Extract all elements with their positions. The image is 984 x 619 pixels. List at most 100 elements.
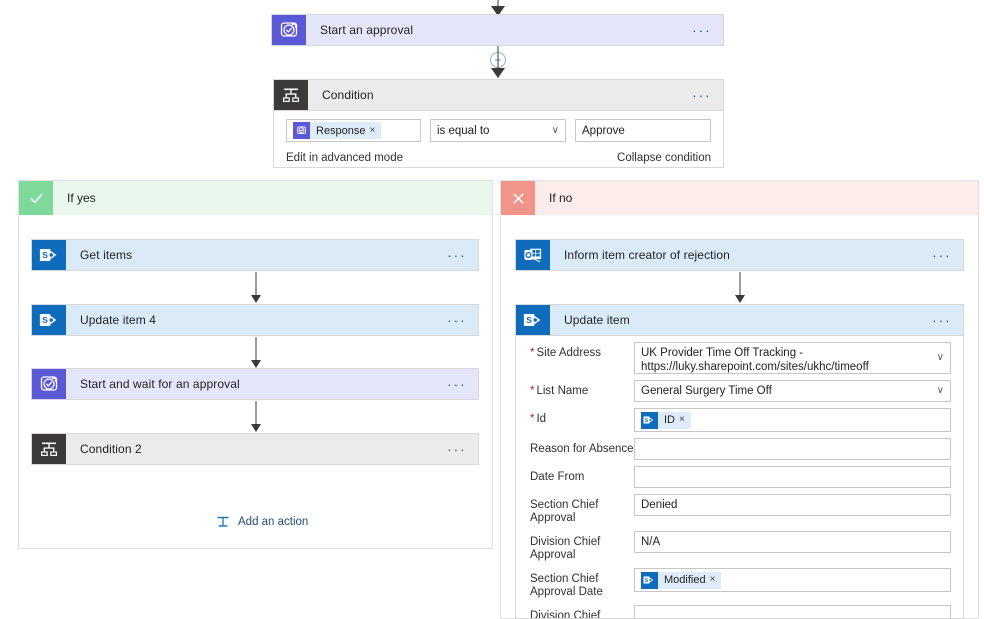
form-row-list-name: * List Name General Surgery Time Off ∨ — [516, 377, 963, 405]
required-indicator: * — [530, 413, 535, 425]
list-name-dropdown[interactable]: General Surgery Time Off ∨ — [634, 380, 951, 402]
required-indicator: * — [530, 385, 535, 397]
approval-token-icon — [293, 122, 310, 139]
action-title: Condition — [322, 88, 374, 102]
condition-icon — [274, 80, 308, 110]
condition-right-operand[interactable]: Approve — [575, 119, 711, 142]
flow-designer-canvas: Start an approval ··· + Condition ··· — [0, 0, 984, 619]
token-remove-icon[interactable]: × — [370, 125, 376, 136]
token-id[interactable]: S ID × — [641, 411, 691, 429]
collapse-condition-link[interactable]: Collapse condition — [617, 152, 711, 164]
field-label: Division Chief Approval Date — [530, 610, 601, 619]
action-title: Start an approval — [320, 23, 414, 37]
field-label: * List Name — [530, 385, 589, 397]
right-operand-value: Approve — [582, 124, 625, 137]
condition-links-row: Edit in advanced mode Collapse condition — [274, 146, 723, 171]
action-card-update-item-4[interactable]: S Update item 4 ··· — [31, 304, 479, 336]
date-from-input[interactable] — [634, 466, 951, 488]
action-card-start-an-approval[interactable]: Start an approval ··· — [271, 14, 724, 46]
form-row-site-address: * Site Address UK Provider Time Off Track… — [516, 336, 963, 377]
required-indicator: * — [530, 347, 535, 359]
field-label: Date From — [530, 471, 585, 483]
action-title: Update item — [564, 313, 630, 327]
field-value: N/A — [641, 536, 661, 548]
card-menu-button[interactable]: ··· — [436, 434, 478, 464]
action-title: Start and wait for an approval — [80, 377, 240, 391]
add-action-icon — [215, 514, 231, 530]
sharepoint-icon: S — [516, 305, 550, 335]
field-label: Division Chief Approval — [530, 536, 601, 561]
token-label: ID — [664, 414, 675, 426]
action-title: Inform item creator of rejection — [564, 248, 730, 262]
arrow-get-items-to-update-item-4 — [249, 272, 263, 303]
chevron-down-icon: ∨ — [936, 385, 944, 396]
field-label: Reason for Absence — [530, 443, 634, 455]
section-chief-approval-input[interactable]: Denied — [634, 494, 951, 516]
id-field[interactable]: S ID × — [634, 408, 951, 432]
sharepoint-token-icon: S — [641, 571, 658, 589]
arrow-update-item-4-to-approval — [249, 337, 263, 368]
branch-label: If no — [549, 191, 573, 205]
token-response[interactable]: Response × — [293, 122, 382, 139]
branch-label: If yes — [67, 191, 96, 205]
field-label: * Site Address — [530, 347, 602, 359]
condition-left-operand[interactable]: Response × — [286, 119, 421, 142]
site-address-dropdown[interactable]: UK Provider Time Off Tracking - https://… — [634, 342, 951, 374]
action-card-inform-item-creator-of-rejection[interactable]: Inform item creator of rejection ··· — [515, 239, 964, 271]
token-remove-icon[interactable]: × — [710, 573, 716, 587]
arrow-into-condition — [490, 46, 506, 78]
division-chief-approval-date-input[interactable] — [634, 605, 951, 618]
field-label: Section Chief Approval Date — [530, 573, 603, 598]
card-menu-button[interactable]: ··· — [681, 80, 723, 110]
form-row-division-chief-approval: Division Chief Approval N/A — [516, 528, 963, 565]
arrow-approval-to-condition-2 — [249, 401, 263, 432]
reason-for-absence-input[interactable] — [634, 438, 951, 460]
form-row-date-from: Date From — [516, 463, 963, 491]
card-menu-button[interactable]: ··· — [681, 15, 723, 45]
card-menu-button[interactable]: ··· — [436, 305, 478, 335]
check-icon — [19, 181, 53, 215]
token-remove-icon[interactable]: × — [679, 413, 685, 427]
field-value: General Surgery Time Off — [641, 385, 772, 397]
update-item-form: * Site Address UK Provider Time Off Track… — [515, 336, 964, 619]
token-modified[interactable]: S Modified × — [641, 571, 722, 589]
condition-expression-row: Response × is equal to ∨ Approve — [274, 111, 723, 146]
form-row-section-chief-approval-date: Section Chief Approval Date S Modified × — [516, 565, 963, 602]
add-an-action-button[interactable]: Add an action — [215, 514, 308, 530]
operator-value: is equal to — [437, 124, 490, 137]
action-title: Update item 4 — [80, 313, 157, 327]
section-chief-approval-date-field[interactable]: S Modified × — [634, 568, 951, 592]
close-icon — [501, 181, 535, 215]
action-title: Get items — [80, 248, 133, 262]
sharepoint-token-icon: S — [641, 411, 658, 429]
card-menu-button[interactable]: ··· — [436, 369, 478, 399]
svg-text:S: S — [526, 315, 532, 325]
form-row-reason-for-absence: Reason for Absence — [516, 435, 963, 463]
condition-operator-select[interactable]: is equal to ∨ — [430, 119, 566, 142]
token-label: Response — [316, 124, 366, 137]
card-menu-button[interactable]: ··· — [921, 305, 963, 335]
edit-advanced-mode-link[interactable]: Edit in advanced mode — [286, 152, 403, 164]
card-menu-button[interactable]: ··· — [921, 240, 963, 270]
condition-editor: Response × is equal to ∨ Approve Edit in… — [273, 111, 724, 168]
division-chief-approval-input[interactable]: N/A — [634, 531, 951, 553]
field-value: Denied — [641, 499, 678, 511]
condition-icon — [32, 434, 66, 464]
card-menu-button[interactable]: ··· — [436, 240, 478, 270]
action-card-start-and-wait-for-an-approval[interactable]: Start and wait for an approval ··· — [31, 368, 479, 400]
token-label: Modified — [664, 574, 706, 586]
outlook-icon — [516, 240, 550, 270]
action-card-condition[interactable]: Condition ··· — [273, 79, 724, 111]
sharepoint-icon: S — [32, 240, 66, 270]
form-row-division-chief-approval-date: Division Chief Approval Date — [516, 602, 963, 619]
field-label: * Id — [530, 413, 547, 425]
action-card-condition-2[interactable]: Condition 2 ··· — [31, 433, 479, 465]
action-card-update-item[interactable]: S Update item ··· — [515, 304, 964, 336]
arrow-inform-to-update-item — [733, 272, 747, 303]
action-card-get-items[interactable]: S Get items ··· — [31, 239, 479, 271]
chevron-down-icon: ∨ — [936, 352, 944, 363]
chevron-down-icon: ∨ — [551, 125, 559, 136]
branch-header-if-yes: If yes — [19, 181, 492, 215]
sharepoint-icon: S — [32, 305, 66, 335]
form-row-id: * Id S ID × — [516, 405, 963, 435]
